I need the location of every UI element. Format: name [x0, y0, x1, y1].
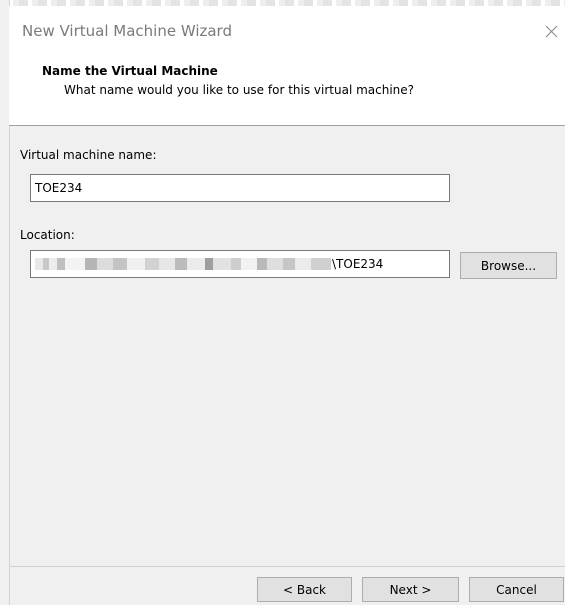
wizard-window: New Virtual Machine Wizard Name the Virt… — [0, 0, 565, 605]
wizard-header: Name the Virtual Machine What name would… — [9, 52, 565, 126]
wizard-footer: < Back Next > Cancel — [10, 566, 565, 605]
location-label: Location: — [20, 228, 75, 242]
close-icon — [545, 25, 558, 38]
title-bar: New Virtual Machine Wizard — [9, 6, 565, 52]
window-title: New Virtual Machine Wizard — [22, 22, 232, 40]
back-button[interactable]: < Back — [257, 577, 352, 602]
cancel-button[interactable]: Cancel — [469, 577, 564, 602]
vm-name-label: Virtual machine name: — [20, 148, 157, 162]
location-input[interactable]: \TOE234 — [30, 250, 450, 278]
page-subtitle: What name would you like to use for this… — [64, 83, 415, 97]
page-title: Name the Virtual Machine — [42, 64, 218, 78]
location-value-suffix: \TOE234 — [332, 257, 384, 271]
browse-button[interactable]: Browse... — [460, 252, 557, 279]
wizard-body: Virtual machine name: TOE234 Location: \… — [10, 126, 565, 566]
redacted-path — [35, 258, 331, 270]
close-button[interactable] — [537, 19, 565, 43]
next-button[interactable]: Next > — [362, 577, 459, 602]
vm-name-input[interactable]: TOE234 — [30, 174, 450, 202]
